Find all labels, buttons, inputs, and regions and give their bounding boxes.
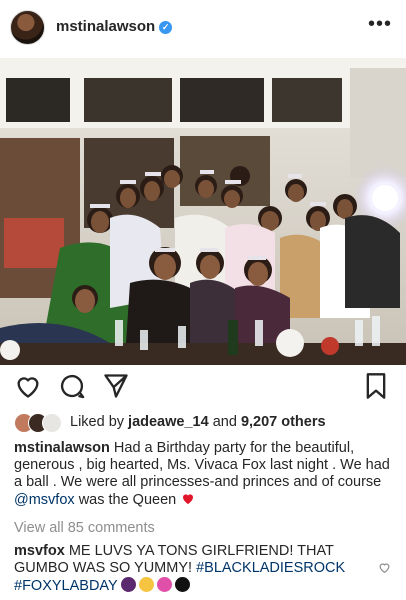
verified-badge-icon: ✓ [159, 21, 173, 34]
comment-item: msvfox ME LUVS YA TONS GIRLFRIEND! THAT … [14, 543, 364, 595]
share-icon[interactable] [102, 372, 130, 405]
liker-avatars [14, 413, 68, 433]
liker-username[interactable]: jadeawe_14 [128, 414, 209, 430]
action-bar [0, 370, 406, 404]
emoji-icon [157, 577, 173, 592]
more-options-icon[interactable]: ••• [368, 13, 392, 36]
caption-username[interactable]: mstinalawson [14, 440, 110, 456]
comment-username[interactable]: msvfox [14, 543, 65, 559]
likes-text: Liked by jadeawe_14 and 9,207 others [70, 414, 326, 430]
emoji-icon [175, 577, 191, 592]
caption-text-end: was the Queen [78, 492, 177, 508]
post-caption: mstinalawson Had a Birthday party for th… [14, 440, 399, 509]
post-header: mstinalawson ✓ ••• [0, 0, 406, 58]
heart-icon[interactable] [14, 372, 42, 405]
avatar[interactable] [10, 10, 45, 45]
view-all-comments-link[interactable]: View all 85 comments [14, 520, 155, 536]
hashtag-link[interactable]: #BLACKLADIESROCK [196, 560, 345, 576]
post-username[interactable]: mstinalawson ✓ [56, 18, 173, 35]
caption-mention[interactable]: @msvfox [14, 492, 75, 508]
avatar [42, 413, 62, 433]
emoji-icon [139, 577, 155, 592]
bookmark-icon[interactable] [362, 372, 390, 405]
post-photo[interactable] [0, 58, 406, 365]
emoji-icon [121, 577, 137, 592]
party-photo [0, 58, 406, 365]
comment-icon[interactable] [58, 372, 86, 405]
likes-count[interactable]: 9,207 others [241, 414, 326, 430]
hashtag-link[interactable]: #FOXYLABDAY [14, 578, 117, 594]
red-heart-emoji-icon [183, 494, 194, 505]
comment-like-heart-icon[interactable] [378, 561, 391, 579]
